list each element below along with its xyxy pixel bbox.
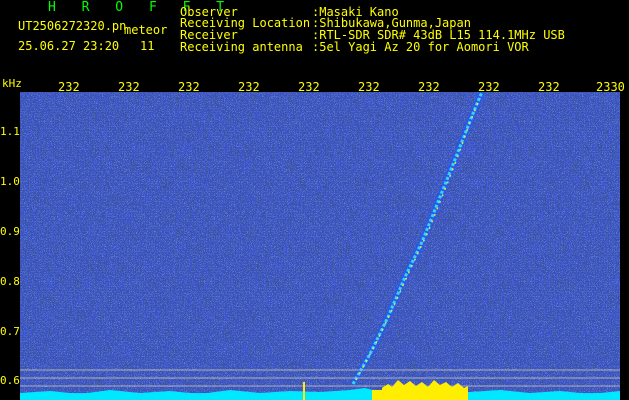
unit-label: kHz [2, 77, 22, 90]
spectrogram [20, 92, 620, 400]
filename-suffix: meteor [124, 23, 168, 37]
timestamp: 25.06.27 23:20 [18, 39, 120, 53]
freq-tick: 1.0 [0, 175, 20, 188]
echo-count: 11 [140, 39, 155, 53]
header-panel: H R O F F T UT2506272320.pn meteor 25.06… [0, 0, 629, 72]
right-border [620, 92, 629, 400]
antenna-value: :5el Yagi Az 20 for Aomori VOR [312, 40, 529, 54]
antenna-label: Receiving antenna [180, 40, 303, 54]
freq-tick: 0.6 [0, 374, 20, 387]
image-filename: UT2506272320.pn [18, 19, 127, 33]
frequency-axis: 1.1 1.0 0.9 0.8 0.7 0.6 [0, 92, 20, 400]
freq-tick: 1.1 [0, 125, 20, 138]
freq-tick: 0.8 [0, 275, 20, 288]
noise-speckle [20, 92, 620, 400]
freq-tick: 0.7 [0, 325, 20, 338]
spectrogram-canvas [20, 92, 620, 400]
freq-tick: 0.9 [0, 225, 20, 238]
